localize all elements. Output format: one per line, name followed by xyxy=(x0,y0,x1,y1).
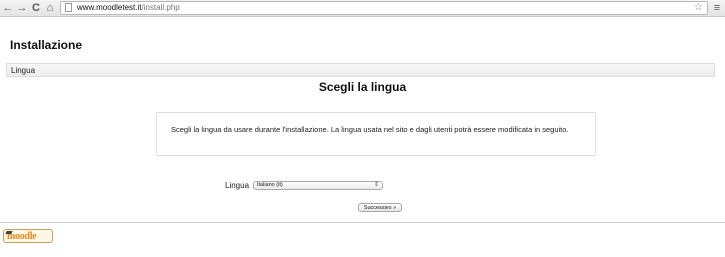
forward-icon[interactable]: → xyxy=(16,1,28,15)
home-icon[interactable]: ⌂ xyxy=(44,1,56,15)
moodle-logo-text: moodle xyxy=(7,231,37,242)
breadcrumb-bar: Lingua xyxy=(6,63,715,77)
page-heading: Installazione xyxy=(10,38,83,52)
browser-menu-icon[interactable]: ≡ xyxy=(712,1,722,15)
url-text: www.moodletest.it/install.php xyxy=(77,2,180,14)
select-arrows-icon: ⇕ xyxy=(373,182,379,188)
browser-toolbar: ← → C ⌂ www.moodletest.it/install.php ☆ … xyxy=(0,0,725,17)
language-select-value: Italiano (it) xyxy=(257,182,283,188)
section-title: Scegli la lingua xyxy=(318,80,407,94)
url-path: /install.php xyxy=(141,3,180,12)
language-label: Lingua xyxy=(225,181,250,190)
url-host: www.moodletest.it xyxy=(77,3,142,12)
address-bar[interactable]: www.moodletest.it/install.php ☆ xyxy=(60,1,708,15)
next-button[interactable]: Successivo » xyxy=(358,203,402,212)
footer-divider xyxy=(0,222,725,223)
info-text: Scegli la lingua da usare durante l'inst… xyxy=(171,125,569,134)
language-select[interactable]: Italiano (it) ⇕ xyxy=(253,181,383,190)
reload-icon[interactable]: C xyxy=(30,1,42,15)
page-icon xyxy=(65,3,72,12)
bookmark-star-icon[interactable]: ☆ xyxy=(694,1,703,15)
back-icon[interactable]: ← xyxy=(2,1,14,15)
moodle-logo[interactable]: moodle xyxy=(3,229,53,243)
breadcrumb-label: Lingua xyxy=(11,66,36,75)
info-box: Scegli la lingua da usare durante l'inst… xyxy=(156,112,596,156)
